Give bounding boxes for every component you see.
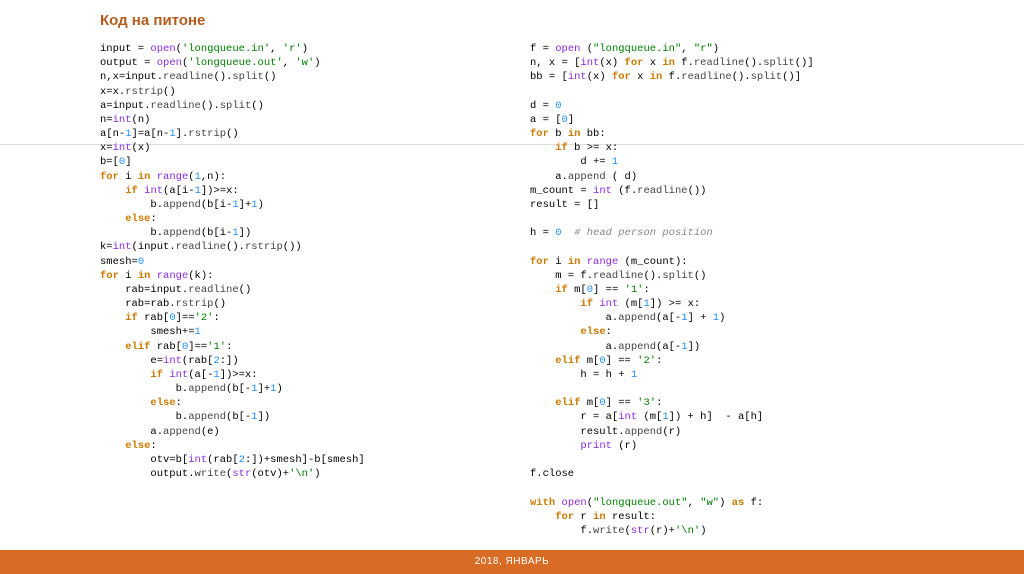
code-container: input = open('longqueue.in', 'r') output… — [100, 42, 920, 538]
slide-title: Код на питоне — [100, 12, 205, 29]
code-right: f = open ("longqueue.in", "r") n, x = [i… — [530, 42, 920, 538]
code-left: input = open('longqueue.in', 'r') output… — [100, 42, 490, 481]
footer: 2018, ЯНВАРЬ — [0, 550, 1024, 574]
